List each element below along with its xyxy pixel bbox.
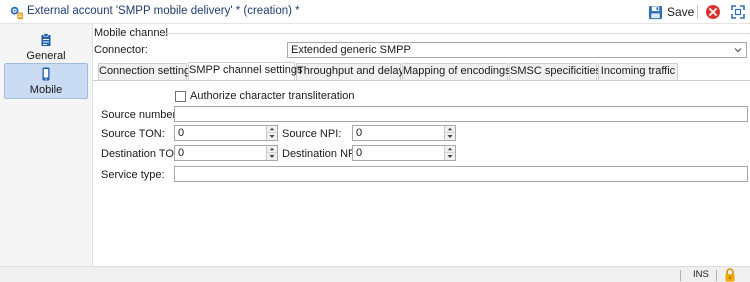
sidebar: General Mobile (0, 24, 93, 266)
mobile-phone-icon (42, 67, 50, 81)
tab-incoming-traffic[interactable]: Incoming traffic (598, 63, 678, 80)
decrement-arrow-icon[interactable] (267, 133, 277, 140)
stepper-buttons (266, 126, 277, 140)
increment-arrow-icon[interactable] (267, 126, 277, 133)
expand-icon[interactable] (730, 4, 746, 20)
source-ton-label: Source TON: (101, 128, 165, 140)
save-label: Save (667, 5, 695, 19)
increment-arrow-icon[interactable] (267, 146, 277, 153)
sidebar-item-label: Mobile (29, 84, 63, 96)
tab-mapping-of-encodings[interactable]: Mapping of encodings (402, 63, 511, 80)
insert-mode-indicator: INS (693, 269, 709, 280)
checkbox-label: Authorize character transliteration (190, 90, 355, 102)
lock-icon (725, 268, 735, 282)
increment-arrow-icon[interactable] (445, 126, 455, 133)
increment-arrow-icon[interactable] (445, 146, 455, 153)
tab-strip: Connection settings SMPP channel setting… (93, 62, 750, 80)
save-button[interactable]: Save (648, 3, 694, 21)
connector-select[interactable]: Extended generic SMPP (287, 42, 747, 58)
checkbox-box[interactable] (175, 90, 186, 102)
decrement-arrow-icon[interactable] (445, 133, 455, 140)
status-separator (680, 270, 681, 281)
service-type-input[interactable] (174, 166, 748, 182)
destination-ton-value: 0 (178, 147, 185, 159)
tab-connection-settings[interactable]: Connection settings (98, 63, 196, 80)
app-gear-icon (10, 6, 24, 20)
source-ton-value: 0 (178, 127, 185, 139)
sidebar-item-general[interactable]: General (4, 30, 88, 66)
main-content: Mobile channel Connector: Extended gener… (93, 24, 750, 266)
destination-npi-value: 0 (356, 147, 363, 159)
decrement-arrow-icon[interactable] (445, 153, 455, 160)
window-title: External account 'SMPP mobile delivery' … (27, 5, 300, 17)
save-disk-icon (648, 5, 663, 19)
source-npi-value: 0 (356, 127, 363, 139)
stepper-buttons (444, 146, 455, 160)
sidebar-item-mobile[interactable]: Mobile (4, 63, 88, 99)
source-ton-stepper[interactable]: 0 (174, 125, 278, 141)
stepper-buttons (266, 146, 277, 160)
destination-npi-label: Destination NPI: (282, 148, 362, 160)
decrement-arrow-icon[interactable] (267, 153, 277, 160)
chevron-down-icon (734, 48, 742, 53)
destination-ton-stepper[interactable]: 0 (174, 145, 278, 161)
group-title: Mobile channel (94, 27, 168, 39)
document-icon (41, 33, 51, 46)
group-divider (159, 33, 749, 34)
source-number-input[interactable] (174, 106, 748, 122)
stepper-buttons (444, 126, 455, 140)
close-circle-icon[interactable] (705, 4, 721, 20)
title-bar: External account 'SMPP mobile delivery' … (0, 0, 750, 24)
tab-smpp-channel-settings[interactable]: SMPP channel settings (188, 62, 303, 80)
sidebar-item-label: General (26, 50, 66, 62)
status-bar: INS (0, 266, 750, 282)
tab-throughput-and-delays[interactable]: Throughput and delays (296, 63, 410, 80)
source-number-label: Source number: (101, 109, 180, 121)
destination-npi-stepper[interactable]: 0 (352, 145, 456, 161)
smpp-settings-panel: Authorize character transliteration Sour… (93, 80, 750, 266)
connector-value: Extended generic SMPP (291, 44, 411, 56)
source-npi-stepper[interactable]: 0 (352, 125, 456, 141)
toolbar-separator (697, 5, 698, 19)
service-type-label: Service type: (101, 169, 165, 181)
source-npi-label: Source NPI: (282, 128, 342, 140)
authorize-transliteration-checkbox[interactable]: Authorize character transliteration (175, 90, 354, 102)
tab-smsc-specificities[interactable]: SMSC specificities (509, 63, 601, 80)
status-separator (716, 270, 717, 281)
connector-label: Connector: (94, 44, 148, 56)
destination-ton-label: Destination TON: (101, 148, 185, 160)
